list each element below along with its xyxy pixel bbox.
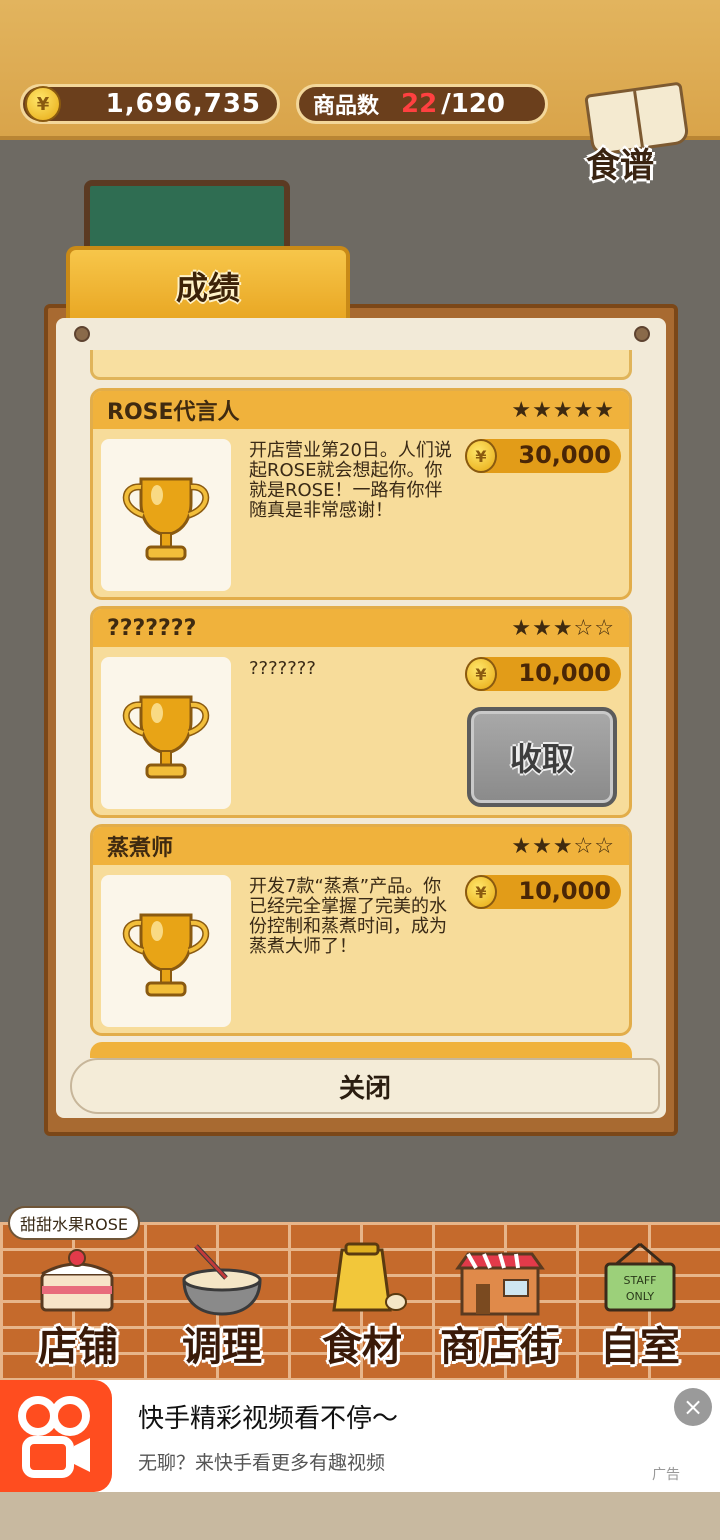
goods-max: /120 [441, 89, 505, 119]
nav-ingredients-label: 食材 [322, 1324, 402, 1370]
shop-street-icon [455, 1252, 545, 1316]
achievement-description: 开店营业第20日。人们说起ROSE就会想起你。你就是ROSE！一路有你伴随真是非… [249, 440, 452, 521]
reward-badge: ¥ 10,000 [465, 875, 621, 909]
achievement-card-partial [90, 1042, 632, 1058]
nav-my-room[interactable]: STAFF ONLY 自室 [570, 1230, 710, 1370]
collect-button[interactable]: 收取 [467, 707, 617, 807]
recipe-button[interactable]: 食谱 [578, 81, 698, 190]
nav-shopping-street[interactable]: 商店街 [430, 1230, 570, 1370]
star-rating: ★★★★★ [511, 397, 615, 423]
ad-tag: 广告 [652, 1467, 680, 1483]
trophy-frame [101, 875, 231, 1027]
trophy-icon [122, 695, 210, 779]
pin-icon [74, 326, 90, 342]
reward-amount: 10,000 [518, 877, 611, 905]
svg-text:STAFF: STAFF [623, 1274, 656, 1287]
shop-name-badge: 甜甜水果ROSE [8, 1206, 140, 1240]
flour-sack-icon [332, 1242, 407, 1312]
coin-icon: ¥ [465, 657, 497, 691]
goods-count: 22 [401, 89, 438, 119]
ad-close-button[interactable]: × [674, 1388, 712, 1426]
coin-icon: ¥ [465, 875, 497, 909]
kuaishou-logo-icon [0, 1380, 112, 1492]
trophy-frame [101, 657, 231, 809]
achievement-card: ROSE代言人 ★★★★★ 开店营业第20日。人们说起ROSE就会想起你。你就是… [90, 388, 632, 600]
goods-count-display: 商品数 22 /120 [296, 84, 548, 124]
coin-icon: ¥ [465, 439, 497, 473]
nav-cooking[interactable]: 调理 [152, 1230, 292, 1370]
trophy-icon [122, 913, 210, 997]
staff-only-sign-icon: STAFF ONLY [604, 1242, 676, 1312]
cake-icon [40, 1249, 114, 1312]
achievements-tab: 成绩 [66, 246, 350, 322]
achievement-title: ROSE代言人 [107, 400, 240, 425]
goods-label: 商品数 [313, 94, 380, 119]
achievement-header: ??????? ★★★☆☆ [93, 609, 629, 647]
close-button-label: 关闭 [338, 1073, 391, 1104]
achievement-header: 蒸煮师 ★★★☆☆ [93, 827, 629, 865]
achievement-card: 蒸煮师 ★★★☆☆ 开发7款“蒸煮”产品。你已经完全掌握了完美的水份控制和蒸煮时… [90, 824, 632, 1036]
nav-my-room-label: 自室 [600, 1324, 680, 1370]
nav-ingredients[interactable]: 食材 [292, 1230, 432, 1370]
achievement-list[interactable]: ROSE代言人 ★★★★★ 开店营业第20日。人们说起ROSE就会想起你。你就是… [90, 350, 632, 1058]
nav-shop-label: 店铺 [38, 1324, 118, 1370]
achievements-tab-title: 成绩 [175, 269, 240, 307]
svg-text:ONLY: ONLY [626, 1290, 655, 1303]
reward-badge: ¥ 30,000 [465, 439, 621, 473]
money-display: ¥ 1,696,735 [20, 84, 280, 124]
achievement-title: 蒸煮师 [107, 836, 174, 861]
coin-icon: ¥ [25, 86, 61, 122]
star-rating: ★★★☆☆ [511, 833, 615, 859]
mixing-bowl-icon [182, 1244, 262, 1316]
achievement-card: ??????? ★★★☆☆ ??????? ¥ 10,000 收取 [90, 606, 632, 818]
achievement-description: ??????? [249, 658, 316, 679]
achievement-title: ??????? [107, 615, 197, 641]
reward-badge: ¥ 10,000 [465, 657, 621, 691]
floor-background [0, 1492, 720, 1540]
reward-amount: 10,000 [518, 659, 611, 687]
collect-button-label: 收取 [509, 740, 574, 778]
close-button[interactable]: 关闭 [70, 1058, 660, 1114]
pin-icon [634, 326, 650, 342]
nav-shopping-street-label: 商店街 [440, 1324, 560, 1370]
ad-subtitle: 无聊？来快手看更多有趣视频 [138, 1452, 386, 1474]
recipe-label: 食谱 [586, 146, 654, 186]
achievement-card-partial [90, 350, 632, 380]
star-rating: ★★★☆☆ [511, 615, 615, 641]
ad-banner[interactable]: 快手精彩视频看不停～ 无聊？来快手看更多有趣视频 × 广告 [0, 1380, 720, 1492]
achievement-header: ROSE代言人 ★★★★★ [93, 391, 629, 429]
trophy-frame [101, 439, 231, 591]
money-value: 1,696,735 [105, 89, 261, 119]
nav-shop[interactable]: 店铺 [8, 1230, 148, 1370]
achievement-description: 开发7款“蒸煮”产品。你已经完全掌握了完美的水份控制和蒸煮时间，成为蒸煮大师了！ [249, 876, 447, 957]
reward-amount: 30,000 [518, 441, 611, 469]
nav-cooking-label: 调理 [182, 1324, 262, 1370]
trophy-icon [122, 477, 210, 561]
ad-title: 快手精彩视频看不停～ [138, 1404, 399, 1434]
